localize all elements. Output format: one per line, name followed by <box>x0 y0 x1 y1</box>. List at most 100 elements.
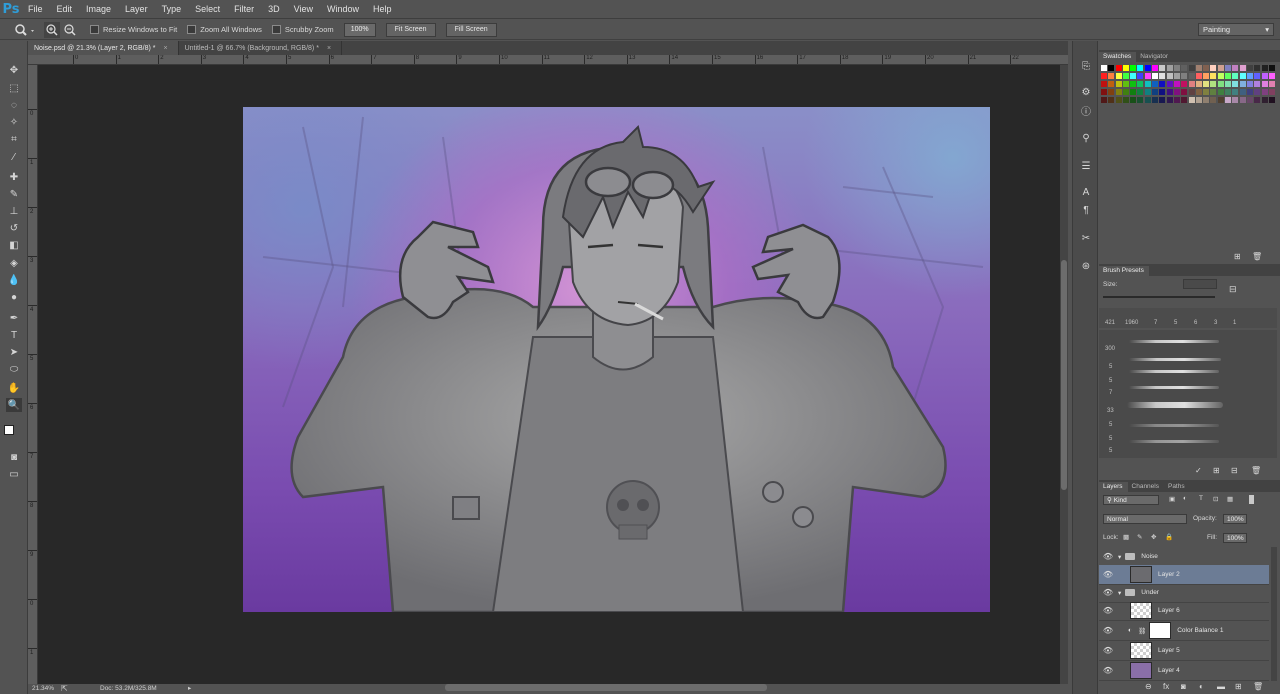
layer-row-layer-2[interactable]: 👁 Layer 2 <box>1099 565 1269 585</box>
tab-untitled[interactable]: Untitled-1 @ 66.7% (Background, RGB/8) *… <box>179 41 343 55</box>
color-swatch[interactable] <box>1268 97 1275 103</box>
healing-brush-icon[interactable]: ✚ <box>6 170 22 184</box>
checkbox-box[interactable] <box>90 25 99 34</box>
brush-tool-icon[interactable]: ✎ <box>6 187 22 201</box>
color-swatch[interactable] <box>1173 97 1180 103</box>
color-swatch[interactable] <box>1232 65 1239 71</box>
color-swatch[interactable] <box>1225 65 1232 71</box>
quick-select-tool-icon[interactable]: ✧ <box>6 115 22 129</box>
color-swatch[interactable] <box>1137 89 1144 95</box>
color-swatch[interactable] <box>1268 65 1275 71</box>
menu-view[interactable]: View <box>288 0 321 19</box>
tab-channels[interactable]: Channels <box>1128 482 1164 492</box>
color-swatch[interactable] <box>1232 89 1239 95</box>
eyedropper-tool-icon[interactable]: ⁄ <box>6 150 22 164</box>
history-icon[interactable]: ⎘ <box>1078 59 1094 73</box>
menu-3d[interactable]: 3D <box>262 0 288 19</box>
lasso-tool-icon[interactable]: ◌ <box>6 98 22 112</box>
color-swatch[interactable] <box>1101 97 1107 103</box>
color-swatch[interactable] <box>1144 89 1151 95</box>
fill-screen-button[interactable]: Fill Screen <box>445 22 497 37</box>
path-select-icon[interactable]: ➤ <box>6 345 22 359</box>
color-swatch[interactable] <box>1268 81 1275 87</box>
close-icon[interactable]: × <box>327 45 331 52</box>
color-swatch[interactable] <box>1246 73 1253 79</box>
visibility-eye-icon[interactable]: 👁 <box>1102 666 1114 675</box>
color-swatch[interactable] <box>1115 73 1122 79</box>
color-swatch[interactable] <box>1130 89 1137 95</box>
visibility-eye-icon[interactable]: 👁 <box>1102 646 1114 655</box>
color-swatch[interactable] <box>1261 89 1268 95</box>
color-swatch[interactable] <box>1225 97 1232 103</box>
color-swatch[interactable] <box>1181 65 1188 71</box>
color-swatch[interactable] <box>1108 97 1115 103</box>
color-swatch[interactable] <box>1166 97 1173 103</box>
paragraph-icon[interactable]: ¶ <box>1078 203 1094 217</box>
color-swatch[interactable] <box>1181 73 1188 79</box>
visibility-eye-icon[interactable]: 👁 <box>1102 588 1114 597</box>
color-swatch[interactable] <box>1137 65 1144 71</box>
color-swatch[interactable] <box>1254 73 1261 79</box>
menu-edit[interactable]: Edit <box>51 0 81 19</box>
new-group-icon[interactable]: ▬ <box>1217 682 1225 691</box>
color-swatch[interactable] <box>1122 65 1129 71</box>
menu-filter[interactable]: Filter <box>228 0 262 19</box>
brush-preset-options-icon[interactable]: ⊟ <box>1229 284 1241 296</box>
color-swatch[interactable] <box>1166 65 1173 71</box>
color-swatch[interactable] <box>1254 65 1261 71</box>
color-swatch[interactable] <box>1152 89 1159 95</box>
crop-tool-icon[interactable]: ⌗ <box>6 132 22 146</box>
color-swatch[interactable] <box>1261 65 1268 71</box>
new-layer-icon[interactable]: ⊞ <box>1235 682 1242 691</box>
color-swatch[interactable] <box>1159 73 1166 79</box>
color-swatch[interactable] <box>1210 65 1217 71</box>
filter-toggle-icon[interactable] <box>1249 495 1254 504</box>
screen-mode-icon[interactable]: ▭ <box>6 467 22 481</box>
color-swatch[interactable] <box>1108 73 1115 79</box>
color-swatch[interactable] <box>1137 97 1144 103</box>
color-swatch[interactable] <box>1246 97 1253 103</box>
tab-swatches[interactable]: Swatches <box>1099 52 1137 62</box>
menu-type[interactable]: Type <box>156 0 190 19</box>
export-icon[interactable]: ⇱ <box>61 684 68 693</box>
color-swatch[interactable] <box>1268 73 1275 79</box>
zoom-level[interactable]: 21.34% <box>32 685 54 692</box>
zoom-all-checkbox[interactable]: Zoom All Windows <box>187 25 262 34</box>
visibility-eye-icon[interactable]: 👁 <box>1102 552 1114 561</box>
color-swatch[interactable] <box>1246 89 1253 95</box>
color-swatch[interactable] <box>1254 81 1261 87</box>
menu-file[interactable]: File <box>22 0 51 19</box>
info-icon[interactable]: ⓘ <box>1078 103 1094 118</box>
color-swatch[interactable] <box>1130 73 1137 79</box>
filter-adjustment-icon[interactable]: ◐ <box>1183 495 1187 502</box>
filter-smart-object-icon[interactable]: ▦ <box>1227 495 1233 503</box>
color-swatch[interactable] <box>1203 73 1210 79</box>
color-swatch[interactable] <box>1217 97 1224 103</box>
brush-size-slider[interactable] <box>1103 296 1215 298</box>
menu-help[interactable]: Help <box>367 0 400 19</box>
color-swatch[interactable] <box>1203 65 1210 71</box>
color-swatch[interactable] <box>1152 97 1159 103</box>
brush-tips-row[interactable]: 421 1960 7 5 6 3 1 <box>1099 308 1277 328</box>
dodge-tool-icon[interactable]: ● <box>6 290 22 304</box>
tool-presets-icon[interactable]: ✂ <box>1078 231 1094 245</box>
type-tool-icon[interactable]: T <box>6 328 22 342</box>
character-icon[interactable]: A <box>1078 185 1094 199</box>
new-adjustment-icon[interactable]: ◐ <box>1199 682 1204 691</box>
color-swatch[interactable] <box>1122 81 1129 87</box>
color-swatch[interactable] <box>1217 89 1224 95</box>
trash-icon[interactable]: 🗑 <box>1251 466 1261 475</box>
color-swatch[interactable] <box>1152 65 1159 71</box>
color-swatch[interactable] <box>1203 81 1210 87</box>
color-swatch[interactable] <box>1166 89 1173 95</box>
ellipse-tool-icon[interactable]: ⬭ <box>6 362 22 376</box>
color-swatch[interactable] <box>1101 65 1107 71</box>
lock-all-icon[interactable]: 🔒 <box>1165 533 1173 541</box>
color-swatch[interactable] <box>1239 89 1246 95</box>
scrubby-zoom-checkbox[interactable]: Scrubby Zoom <box>271 25 334 34</box>
color-swatch[interactable] <box>1122 73 1129 79</box>
color-swatch[interactable] <box>1195 89 1202 95</box>
layer-group-noise[interactable]: 👁 ▾ Noise <box>1099 547 1269 567</box>
color-swatch[interactable] <box>1203 97 1210 103</box>
color-swatch[interactable] <box>1144 97 1151 103</box>
